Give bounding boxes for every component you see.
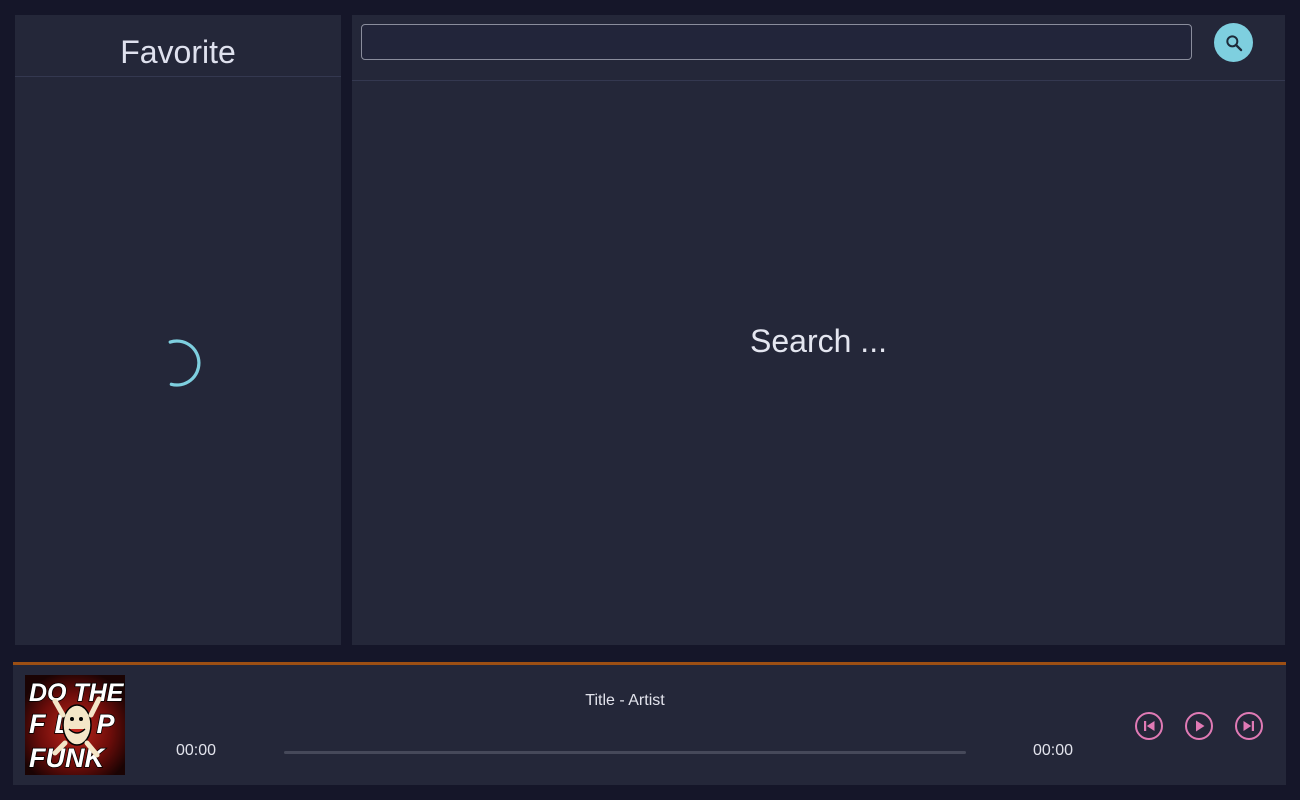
- loading-spinner-icon: [168, 339, 201, 387]
- track-title-artist: Title - Artist: [585, 692, 665, 709]
- favorites-panel: Favorite: [15, 15, 341, 645]
- skip-next-icon: [1235, 712, 1263, 740]
- search-empty-message: Search ...: [750, 323, 887, 359]
- total-time: 00:00: [1033, 742, 1074, 759]
- next-button[interactable]: [1234, 711, 1264, 741]
- album-cover-art: DO THE FLIP FUNK: [25, 675, 125, 775]
- search-panel: Search ...: [352, 15, 1285, 645]
- progress-slider[interactable]: [284, 751, 966, 754]
- play-icon: [1185, 712, 1213, 740]
- favorites-header: Favorite: [15, 15, 341, 77]
- search-icon: [1225, 34, 1242, 51]
- music-app: Favorite Search ... DO THE FUNK Title - …: [0, 0, 1300, 800]
- previous-button[interactable]: [1134, 711, 1164, 741]
- search-input[interactable]: [361, 24, 1192, 60]
- play-button[interactable]: [1184, 711, 1214, 741]
- player-bar: DO THE FLIP FUNK Title - Artist 00:00: [13, 662, 1286, 785]
- current-time: 00:00: [176, 742, 217, 759]
- skip-previous-icon: [1135, 712, 1163, 740]
- search-button[interactable]: [1214, 23, 1253, 62]
- album-cover[interactable]: DO THE FLIP FUNK: [25, 675, 125, 775]
- svg-text:FUNK: FUNK: [29, 743, 106, 773]
- favorites-title: Favorite: [120, 34, 236, 70]
- search-bar: [352, 15, 1285, 81]
